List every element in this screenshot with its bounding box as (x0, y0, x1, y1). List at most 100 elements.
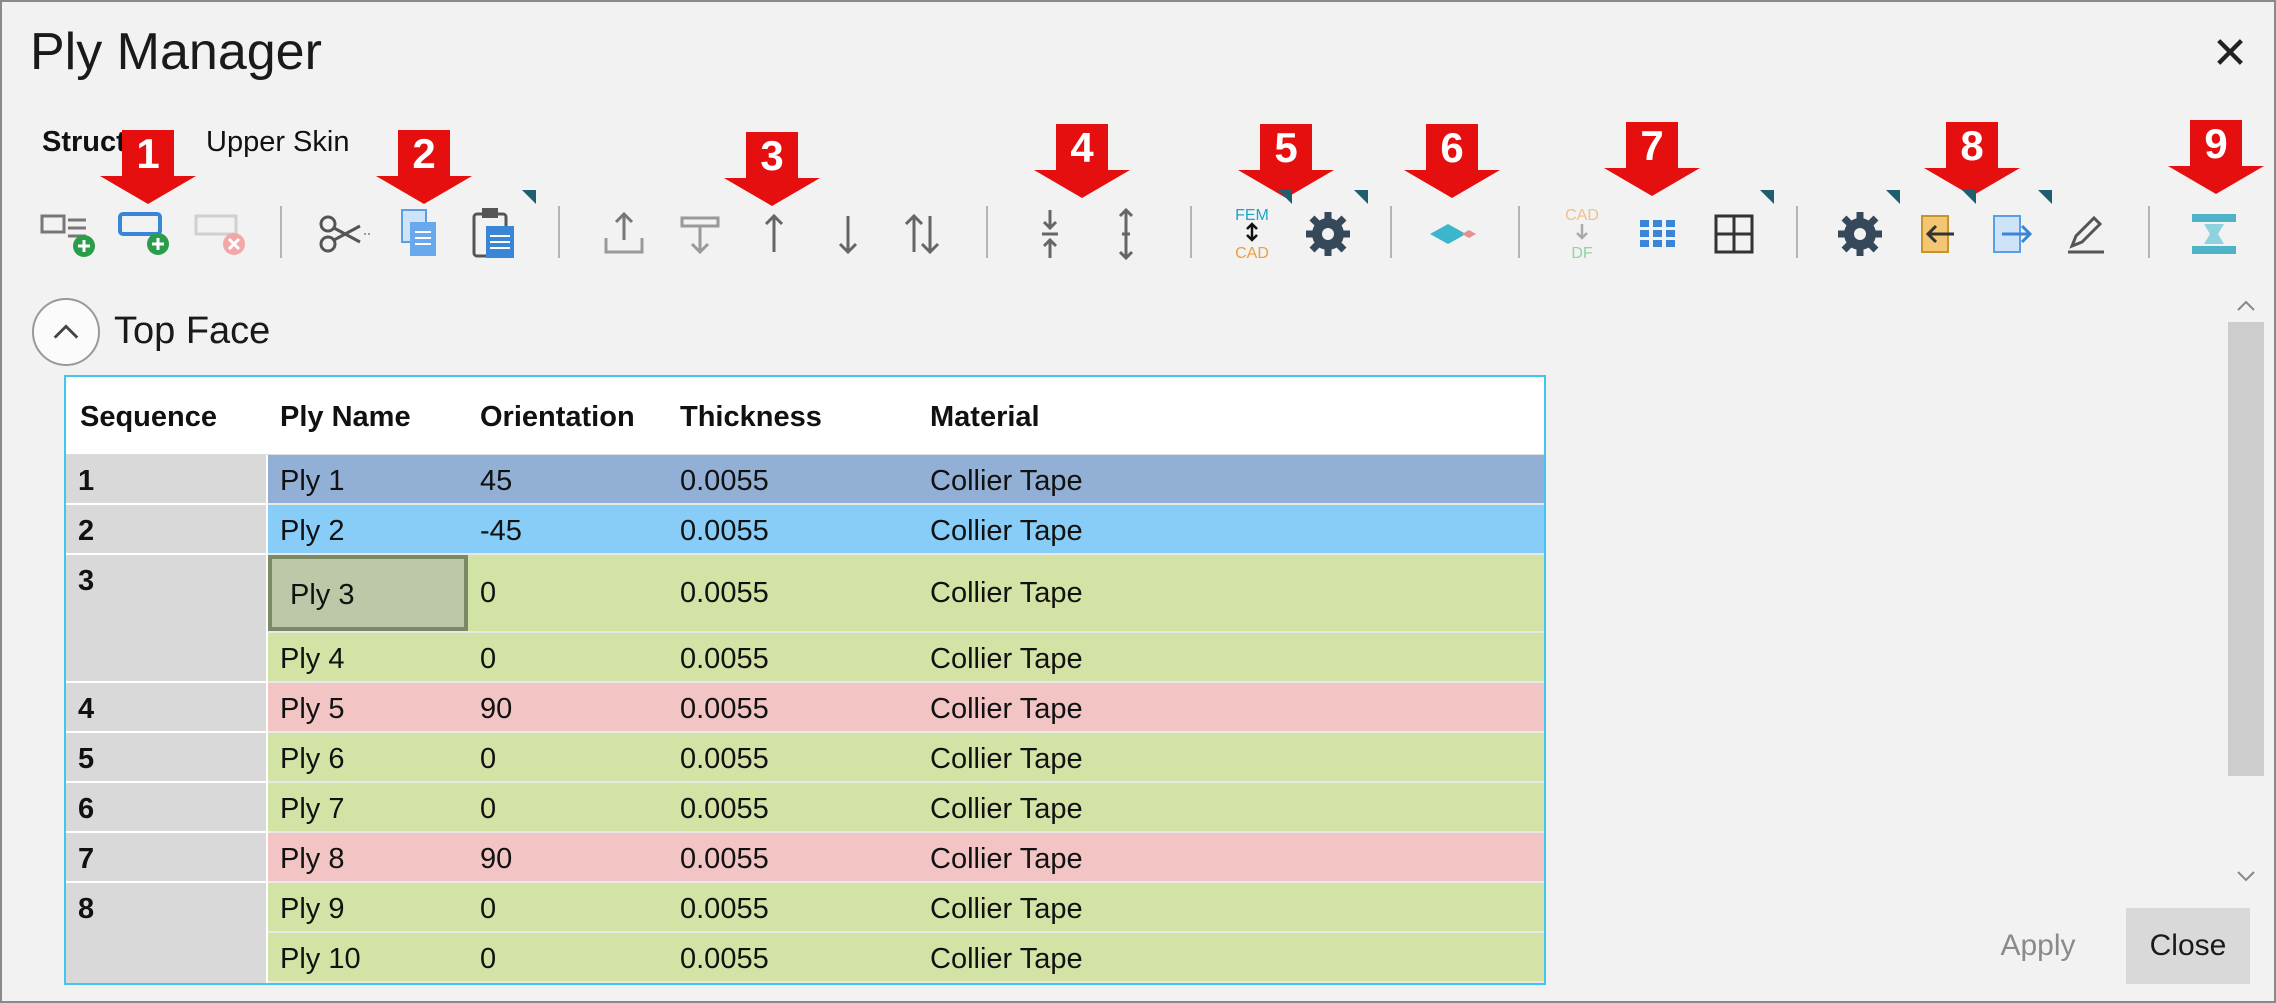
table-row[interactable]: Ply 10 0 0.0055 Collier Tape (268, 933, 1544, 983)
table-row[interactable]: Ply 3 0 0.0055 Collier Tape (268, 555, 1544, 633)
breadcrumb-component[interactable]: Upper Skin (206, 126, 349, 159)
orientation-cell[interactable]: 0 (480, 743, 496, 776)
ply-name-cell[interactable]: Ply 1 (280, 465, 344, 498)
ply-name-cell[interactable]: Ply 10 (280, 943, 361, 976)
callout-number: 7 (1626, 122, 1678, 170)
layer-shape-icon[interactable] (1422, 202, 1486, 266)
move-up-icon[interactable] (742, 202, 806, 266)
import-icon[interactable] (1904, 190, 1976, 266)
move-down-icon[interactable] (816, 202, 880, 266)
cad-to-df-icon[interactable]: CAD DF (1550, 202, 1614, 266)
orientation-cell[interactable]: 45 (480, 465, 512, 498)
ply-name-cell[interactable]: Ply 5 (280, 693, 344, 726)
ply-name-cell[interactable]: Ply 4 (280, 643, 344, 676)
table-row[interactable]: Ply 6 0 0.0055 Collier Tape (268, 733, 1544, 783)
fem-cad-sync-icon[interactable]: FEM CAD (1220, 190, 1292, 266)
vertical-scrollbar[interactable] (2228, 322, 2264, 776)
orientation-cell[interactable]: -45 (480, 515, 522, 548)
add-plies-icon[interactable] (114, 200, 178, 264)
expand-icon[interactable] (1094, 202, 1158, 266)
thickness-cell[interactable]: 0.0055 (680, 893, 769, 926)
scroll-up-button[interactable] (2228, 292, 2264, 320)
sequence-cell[interactable]: 4 (66, 683, 266, 733)
material-cell[interactable]: Collier Tape (930, 693, 1083, 726)
thickness-cell[interactable]: 0.0055 (680, 515, 769, 548)
thickness-cell[interactable]: 0.0055 (680, 693, 769, 726)
sequence-cell[interactable]: 7 (66, 833, 266, 883)
thickness-cell[interactable]: 0.0055 (680, 577, 769, 610)
ply-name-cell[interactable]: Ply 7 (280, 793, 344, 826)
table-row[interactable]: Ply 7 0 0.0055 Collier Tape (268, 783, 1544, 833)
sequence-cell[interactable]: 8 (66, 883, 266, 983)
table-row[interactable]: Ply 2 -45 0.0055 Collier Tape (268, 505, 1544, 555)
orientation-cell[interactable]: 90 (480, 693, 512, 726)
paste-icon[interactable] (464, 190, 536, 266)
window-close-button[interactable]: ✕ (2206, 30, 2254, 78)
sequence-cell[interactable]: 2 (66, 505, 266, 555)
export-icon[interactable] (1980, 190, 2052, 266)
orientation-cell[interactable]: 0 (480, 943, 496, 976)
material-cell[interactable]: Collier Tape (930, 577, 1083, 610)
callout-number: 4 (1056, 124, 1108, 172)
orientation-cell[interactable]: 0 (480, 577, 496, 610)
sequence-cell[interactable]: 5 (66, 733, 266, 783)
column-header-sequence[interactable]: Sequence (80, 401, 217, 434)
table-row[interactable]: Ply 4 0 0.0055 Collier Tape (268, 633, 1544, 683)
settings-gear-icon[interactable] (1296, 190, 1368, 266)
add-ply-icon[interactable] (36, 200, 100, 264)
material-cell[interactable]: Collier Tape (930, 465, 1083, 498)
ply-name-cell-selected[interactable]: Ply 3 (268, 555, 468, 631)
material-cell[interactable]: Collier Tape (930, 643, 1083, 676)
material-cell[interactable]: Collier Tape (930, 743, 1083, 776)
orientation-cell[interactable]: 90 (480, 843, 512, 876)
fem-text: FEM (1235, 207, 1269, 224)
ply-name-cell[interactable]: Ply 2 (280, 515, 344, 548)
close-button[interactable]: Close (2126, 908, 2250, 984)
ply-name-cell[interactable]: Ply 8 (280, 843, 344, 876)
grid-view-icon[interactable] (1626, 202, 1690, 266)
table-row[interactable]: Ply 1 45 0.0055 Collier Tape (268, 455, 1544, 505)
cut-icon[interactable] (312, 202, 376, 266)
callout-marker: 5 (1238, 124, 1334, 198)
orientation-cell[interactable]: 0 (480, 643, 496, 676)
thickness-cell[interactable]: 0.0055 (680, 843, 769, 876)
column-header-ply-name[interactable]: Ply Name (280, 401, 411, 434)
sequence-cell[interactable]: 1 (66, 455, 266, 505)
move-to-bottom-icon[interactable] (668, 202, 732, 266)
column-header-orientation[interactable]: Orientation (480, 401, 635, 434)
ply-name-cell[interactable]: Ply 9 (280, 893, 344, 926)
edit-pencil-icon[interactable] (2054, 202, 2118, 266)
copy-icon[interactable] (388, 202, 452, 266)
swap-icon[interactable] (890, 202, 954, 266)
thickness-cell[interactable]: 0.0055 (680, 465, 769, 498)
orientation-cell[interactable]: 0 (480, 793, 496, 826)
callout-marker: 6 (1404, 124, 1500, 198)
orientation-cell[interactable]: 0 (480, 893, 496, 926)
sequence-cell[interactable]: 3 (66, 555, 266, 683)
thickness-cell[interactable]: 0.0055 (680, 793, 769, 826)
options-gear-icon[interactable] (1828, 190, 1900, 266)
table-view-icon[interactable] (1702, 190, 1774, 266)
column-header-material[interactable]: Material (930, 401, 1040, 434)
collapse-section-button[interactable] (32, 298, 100, 366)
table-row[interactable]: Ply 9 0 0.0055 Collier Tape (268, 883, 1544, 933)
thickness-cell[interactable]: 0.0055 (680, 943, 769, 976)
ply-name-cell[interactable]: Ply 6 (280, 743, 344, 776)
material-cell[interactable]: Collier Tape (930, 793, 1083, 826)
apply-button[interactable]: Apply (1958, 908, 2118, 984)
table-row[interactable]: Ply 8 90 0.0055 Collier Tape (268, 833, 1544, 883)
sequence-cell[interactable]: 6 (66, 783, 266, 833)
remove-ply-icon[interactable] (190, 200, 254, 264)
stack-icon[interactable] (2182, 202, 2246, 266)
compress-icon[interactable] (1018, 202, 1082, 266)
move-to-top-icon[interactable] (592, 202, 656, 266)
thickness-cell[interactable]: 0.0055 (680, 643, 769, 676)
material-cell[interactable]: Collier Tape (930, 943, 1083, 976)
material-cell[interactable]: Collier Tape (930, 893, 1083, 926)
table-row[interactable]: Ply 5 90 0.0055 Collier Tape (268, 683, 1544, 733)
column-header-thickness[interactable]: Thickness (680, 401, 822, 434)
thickness-cell[interactable]: 0.0055 (680, 743, 769, 776)
material-cell[interactable]: Collier Tape (930, 843, 1083, 876)
material-cell[interactable]: Collier Tape (930, 515, 1083, 548)
scroll-down-button[interactable] (2228, 862, 2264, 890)
